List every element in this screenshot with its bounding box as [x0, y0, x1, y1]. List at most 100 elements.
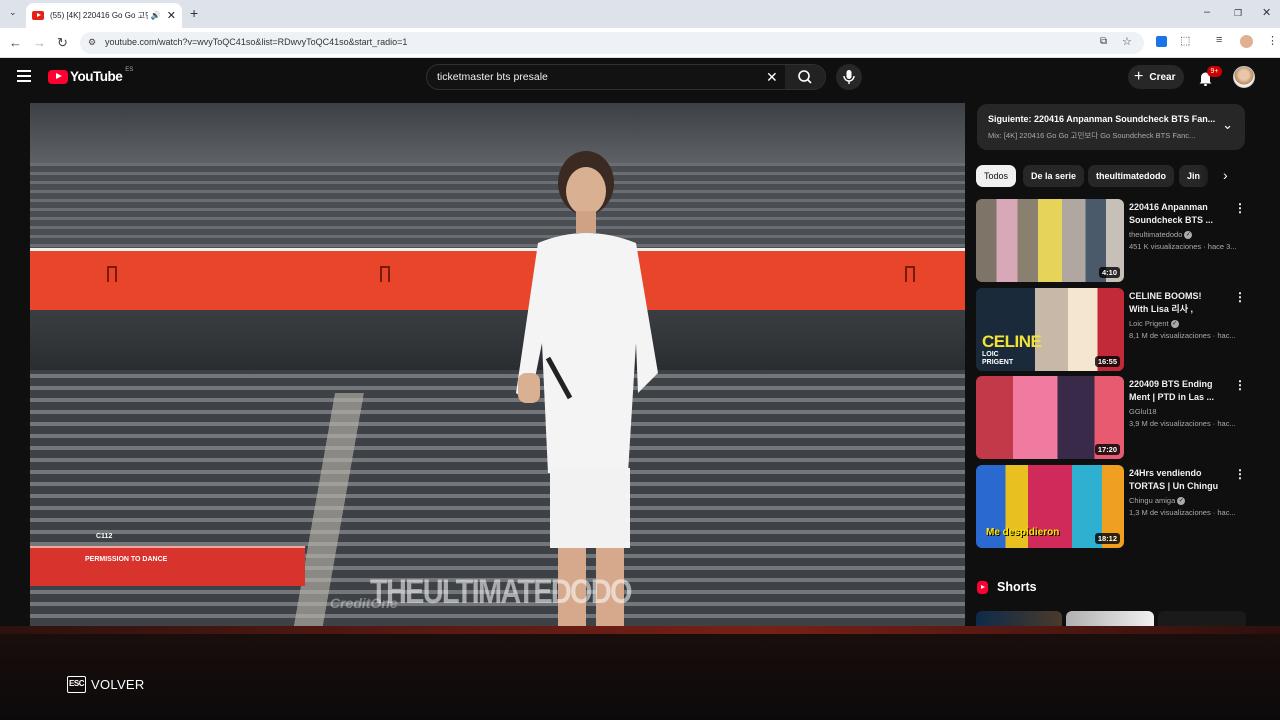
more-options-icon[interactable]: ⋮: [1234, 467, 1246, 481]
hamburger-menu-icon[interactable]: [17, 70, 31, 82]
video-thumbnail[interactable]: Me despidieron 18:12: [976, 465, 1124, 548]
duration-badge: 16:55: [1094, 356, 1120, 367]
video-title[interactable]: CELINE BOOMS! With Lisa 리사 , Taehyung ..…: [1129, 290, 1221, 316]
site-info-icon[interactable]: ⚙: [88, 37, 96, 48]
forward-icon[interactable]: →: [33, 35, 46, 50]
youtube-favicon-icon: [32, 11, 44, 20]
stadium-upper-seats: [30, 163, 965, 253]
thumbnail-subtext: LOIC PRIGENT: [982, 351, 1014, 366]
bookmark-star-icon[interactable]: ☆: [1122, 35, 1132, 48]
performer-figure: [516, 151, 658, 626]
verified-icon: ✓: [1184, 231, 1193, 240]
video-meta: 451 K visualizaciones · hace 3...: [1129, 242, 1237, 251]
logo-text: YouTube: [70, 69, 123, 84]
chevron-right-icon[interactable]: ›: [1223, 167, 1228, 183]
duration-badge: 17:20: [1094, 444, 1120, 455]
youtube-logo[interactable]: YouTube ES: [48, 66, 134, 84]
country-code: ES: [125, 66, 134, 73]
video-thumbnail[interactable]: CELINE LOIC PRIGENT 16:55: [976, 288, 1124, 371]
address-bar: ← → ↻ ⚙ youtube.com/watch?v=wvyToQC41so&…: [0, 28, 1280, 58]
tab-title: (55) [4K] 220416 Go Go 고민: [50, 11, 148, 20]
video-thumbnail[interactable]: 4:10: [976, 199, 1124, 282]
search-value: ticketmaster bts presale: [437, 71, 548, 83]
red-banner-band: [30, 248, 965, 310]
section-label: C112: [96, 533, 113, 540]
notification-badge: 9+: [1207, 66, 1222, 77]
browser-tab-strip: ⌄ (55) [4K] 220416 Go Go 고민 🔊 ✕ + – ❐ ✕: [0, 0, 1280, 28]
escape-key-icon[interactable]: ESC: [67, 676, 86, 693]
banner-text: PERMISSION TO DANCE: [85, 556, 168, 563]
chevron-down-icon[interactable]: ⌄: [1222, 117, 1233, 133]
create-label: Crear: [1149, 71, 1176, 83]
duration-badge: 4:10: [1098, 267, 1120, 278]
close-tab-icon[interactable]: ✕: [167, 9, 176, 22]
video-meta: 8,1 M de visualizaciones · hac...: [1129, 331, 1236, 340]
verified-icon: ✓: [1170, 320, 1179, 329]
recommendation-item[interactable]: 4:10 220416 Anpanman Soundcheck BTS ... …: [976, 199, 1246, 283]
browser-tab[interactable]: (55) [4K] 220416 Go Go 고민 🔊 ✕: [26, 3, 182, 28]
url-text: youtube.com/watch?v=wvyToQC41so&list=RDw…: [105, 37, 408, 47]
voice-search-button[interactable]: [836, 64, 862, 90]
plus-icon: +: [1134, 68, 1144, 85]
recommendation-item[interactable]: Me despidieron 18:12 24Hrs vendiendo TOR…: [976, 465, 1246, 549]
speaker-icon[interactable]: 🔊: [151, 11, 161, 20]
media-control-icon[interactable]: ≡: [1216, 34, 1222, 46]
video-watermark: THEULTIMATEDODO: [370, 573, 632, 611]
chip-all[interactable]: Todos: [976, 165, 1017, 187]
chip-from-series[interactable]: De la serie: [1023, 165, 1085, 187]
mix-label: Mix: [4K] 220416 Go Go 고민보다 Go Soundchec…: [988, 131, 1196, 140]
search-input[interactable]: ticketmaster bts presale ✕: [426, 64, 826, 90]
next-video-label: Siguiente: 220416 Anpanman Soundcheck BT…: [988, 114, 1216, 124]
maximize-icon[interactable]: ❐: [1234, 8, 1242, 19]
channel-name[interactable]: Loic Prigent ✓: [1129, 319, 1179, 329]
create-button[interactable]: + Crear: [1128, 65, 1184, 89]
more-options-icon[interactable]: ⋮: [1234, 290, 1246, 304]
search-icon: [798, 70, 812, 84]
shorts-heading: Shorts: [977, 580, 1037, 594]
youtube-header: YouTube ES ticketmaster bts presale ✕ + …: [0, 58, 1280, 98]
new-tab-icon[interactable]: +: [190, 5, 198, 21]
channel-name[interactable]: GGlul18: [1129, 407, 1157, 416]
stage-banner: PERMISSION TO DANCE: [30, 546, 305, 586]
shorts-icon: [977, 580, 988, 594]
back-icon[interactable]: ←: [9, 35, 22, 50]
stadium-boxes: [30, 310, 965, 370]
more-options-icon[interactable]: ⋮: [1234, 201, 1246, 215]
account-avatar[interactable]: [1233, 66, 1255, 88]
clear-search-icon[interactable]: ✕: [766, 69, 778, 86]
recommendation-item[interactable]: 17:20 220409 BTS Ending Ment | PTD in La…: [976, 376, 1246, 460]
shorts-label: Shorts: [997, 580, 1037, 594]
search-button[interactable]: [785, 65, 825, 89]
minimize-icon[interactable]: –: [1204, 6, 1210, 18]
playlist-panel[interactable]: Siguiente: 220416 Anpanman Soundcheck BT…: [977, 104, 1245, 150]
chip-channel[interactable]: theultimatedodo: [1088, 165, 1174, 187]
channel-name[interactable]: Chingu amiga ✓: [1129, 496, 1186, 506]
video-meta: 1,3 M de visualizaciones · hac...: [1129, 508, 1236, 517]
video-title[interactable]: 220416 Anpanman Soundcheck BTS ...: [1129, 201, 1221, 227]
channel-name[interactable]: theultimatedodo ✓: [1129, 230, 1193, 240]
back-button[interactable]: VOLVER: [91, 677, 145, 692]
duration-badge: 18:12: [1094, 533, 1120, 544]
extension-icon[interactable]: [1156, 36, 1167, 47]
extensions-puzzle-icon[interactable]: ⬚: [1180, 34, 1190, 47]
recommendation-item[interactable]: CELINE LOIC PRIGENT 16:55 CELINE BOOMS! …: [976, 288, 1246, 372]
tab-search-icon[interactable]: ⌄: [9, 7, 17, 18]
profile-icon[interactable]: [1240, 35, 1253, 48]
url-field[interactable]: ⚙ youtube.com/watch?v=wvyToQC41so&list=R…: [80, 32, 1144, 54]
stadium-roof: [30, 103, 965, 163]
video-meta: 3,9 M de visualizaciones · hac...: [1129, 419, 1236, 428]
video-title[interactable]: 220409 BTS Ending Ment | PTD in Las ...: [1129, 378, 1221, 404]
reload-icon[interactable]: ↻: [57, 35, 68, 51]
video-thumbnail[interactable]: 17:20: [976, 376, 1124, 459]
video-player[interactable]: PERMISSION TO DANCE C112 CreditOne THEUL…: [30, 103, 965, 626]
bottom-overlay: [0, 626, 1280, 720]
thumbnail-text: CELINE: [982, 332, 1042, 351]
thumbnail-text: Me despidieron: [986, 527, 1060, 538]
browser-menu-icon[interactable]: ⋮: [1267, 34, 1278, 47]
install-icon[interactable]: ⧉: [1100, 36, 1107, 47]
microphone-icon: [843, 70, 855, 84]
video-title[interactable]: 24Hrs vendiendo TORTAS | Un Chingu d...: [1129, 467, 1221, 493]
more-options-icon[interactable]: ⋮: [1234, 378, 1246, 392]
close-window-icon[interactable]: ✕: [1262, 6, 1271, 19]
youtube-play-icon: [48, 69, 68, 84]
